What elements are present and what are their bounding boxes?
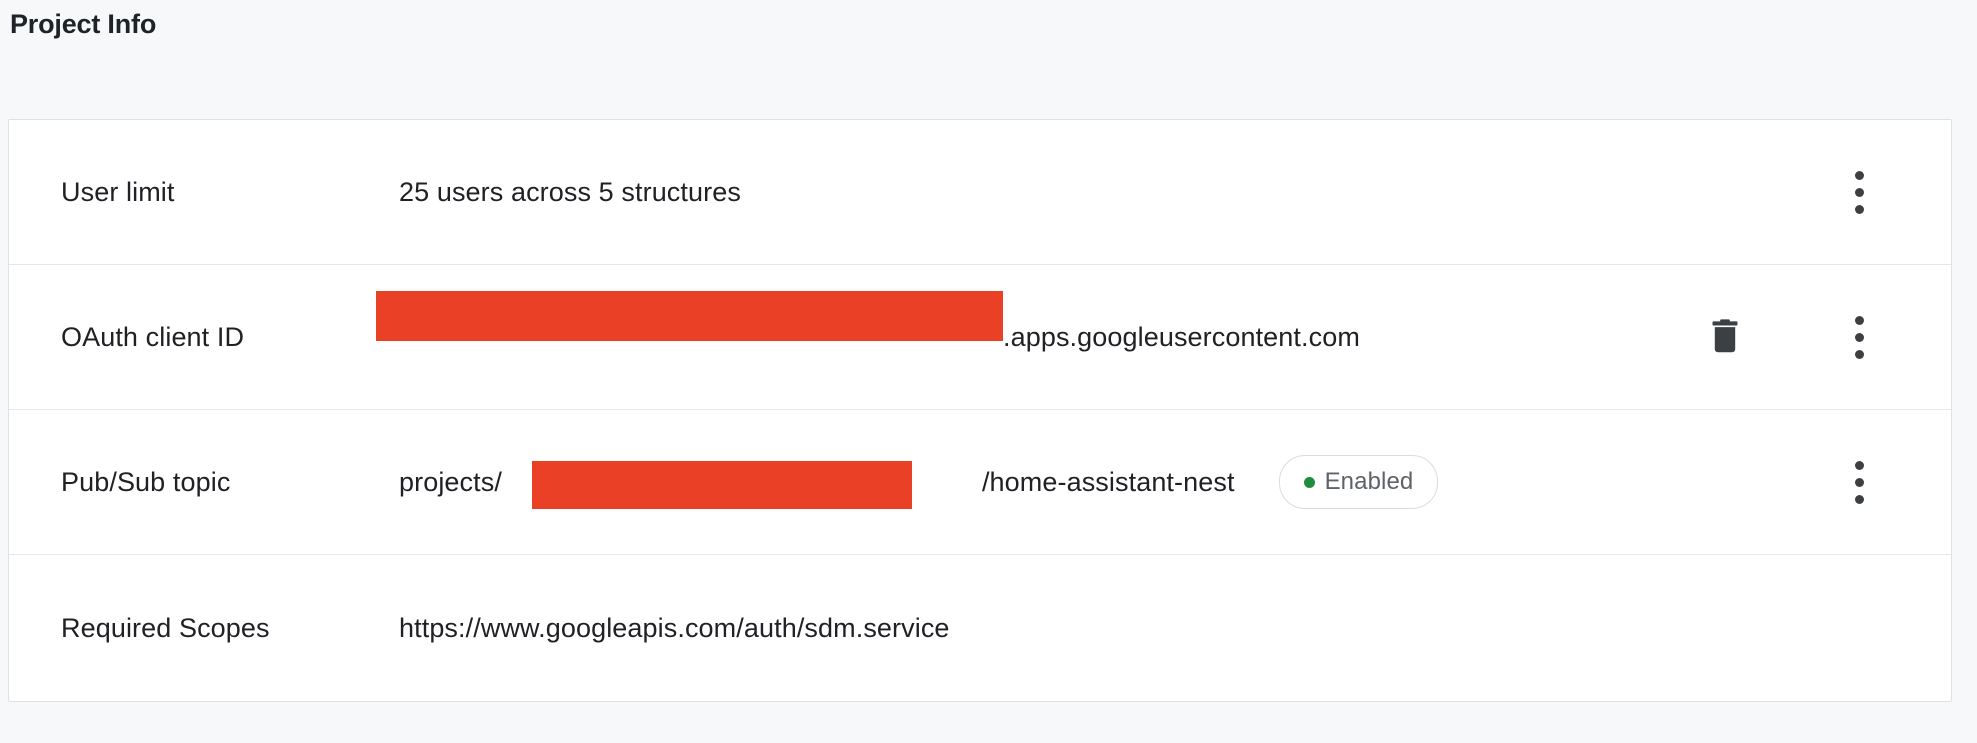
table-row: User limit 25 users across 5 structures bbox=[9, 120, 1951, 265]
kebab-menu-icon bbox=[1854, 170, 1864, 214]
kebab-menu-icon bbox=[1854, 315, 1864, 359]
page-title: Project Info bbox=[10, 9, 157, 39]
redaction-bar-oauth-client-id bbox=[376, 291, 1003, 341]
status-dot-icon bbox=[1303, 476, 1315, 488]
pubsub-topic-value: projects//home-assistant-nest bbox=[399, 461, 1235, 509]
row-label-user-limit: User limit bbox=[61, 177, 175, 207]
row-actions bbox=[1591, 160, 1951, 224]
table-row: Required Scopes https://www.googleapis.c… bbox=[9, 555, 1951, 701]
pubsub-topic-prefix: projects/ bbox=[399, 467, 502, 497]
row-value-pubsub-topic: projects//home-assistant-nest Enabled bbox=[399, 455, 1591, 509]
oauth-client-id-value: .apps.googleusercontent.com bbox=[376, 291, 1360, 354]
more-options-button[interactable] bbox=[1827, 160, 1891, 224]
status-badge: Enabled bbox=[1278, 455, 1439, 509]
row-label-oauth-client-id: OAuth client ID bbox=[61, 322, 245, 352]
oauth-client-id-suffix: .apps.googleusercontent.com bbox=[1003, 322, 1360, 352]
more-options-button[interactable] bbox=[1827, 450, 1891, 514]
table-row: Pub/Sub topic projects//home-assistant-n… bbox=[9, 410, 1951, 555]
kebab-menu-icon bbox=[1854, 460, 1864, 504]
row-actions bbox=[1591, 450, 1951, 514]
row-label-required-scopes: Required Scopes bbox=[61, 613, 270, 643]
project-info-page: Project Info User limit 25 users across … bbox=[0, 0, 1977, 743]
status-badge-label: Enabled bbox=[1324, 468, 1414, 495]
row-value-oauth-client-id: .apps.googleusercontent.com bbox=[376, 291, 1591, 354]
row-actions bbox=[1591, 305, 1951, 369]
required-scopes-value: https://www.googleapis.com/auth/sdm.serv… bbox=[399, 613, 950, 643]
more-options-button[interactable] bbox=[1827, 305, 1891, 369]
user-limit-value: 25 users across 5 structures bbox=[399, 177, 741, 207]
table-row: OAuth client ID .apps.googleusercontent.… bbox=[9, 265, 1951, 410]
redaction-bar-pubsub-topic bbox=[532, 461, 912, 509]
delete-button[interactable] bbox=[1693, 305, 1757, 369]
row-value-user-limit: 25 users across 5 structures bbox=[399, 175, 1591, 209]
row-value-required-scopes: https://www.googleapis.com/auth/sdm.serv… bbox=[399, 611, 1591, 645]
project-info-card: User limit 25 users across 5 structures … bbox=[8, 119, 1952, 702]
trash-icon bbox=[1708, 318, 1742, 356]
row-label-pubsub-topic: Pub/Sub topic bbox=[61, 467, 231, 497]
